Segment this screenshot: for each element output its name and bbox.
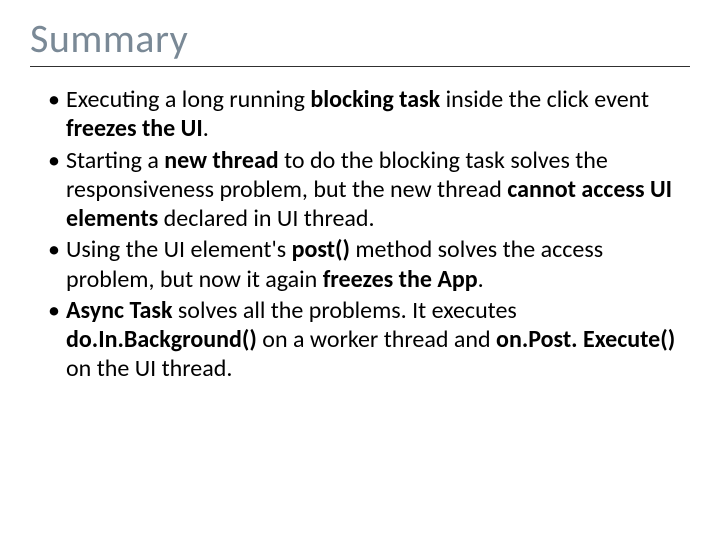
text-run: post() xyxy=(292,235,350,264)
bullet-item: Executing a long running blocking task i… xyxy=(48,85,682,144)
text-run: on the UI thread. xyxy=(66,354,232,383)
text-run: inside the click event xyxy=(440,85,649,114)
text-run: Starting a xyxy=(66,146,164,175)
text-run: . xyxy=(478,265,484,294)
text-run: on a worker thread and xyxy=(257,325,496,354)
bullet-item: Starting a new thread to do the blocking… xyxy=(48,146,682,234)
slide-title: Summary xyxy=(30,18,690,67)
text-run: freezes the UI xyxy=(66,114,203,143)
text-run: do.In.Background() xyxy=(66,325,257,354)
text-run: freezes the App xyxy=(323,265,478,294)
bullet-item: Async Task solves all the problems. It e… xyxy=(48,296,682,384)
text-run: new thread xyxy=(164,146,278,175)
text-run: Async Task xyxy=(66,296,172,325)
text-run: on.Post. Execute() xyxy=(496,325,675,354)
text-run: . xyxy=(203,114,209,143)
text-run: blocking task xyxy=(310,85,440,114)
text-run: declared in UI thread. xyxy=(158,204,374,233)
bullet-item: Using the UI element's post() method sol… xyxy=(48,235,682,294)
text-run: solves all the problems. It executes xyxy=(172,296,516,325)
text-run: Using the UI element's xyxy=(66,235,292,264)
text-run: Executing a long running xyxy=(66,85,310,114)
bullet-list: Executing a long running blocking task i… xyxy=(30,85,690,384)
slide: Summary Executing a long running blockin… xyxy=(0,0,720,540)
